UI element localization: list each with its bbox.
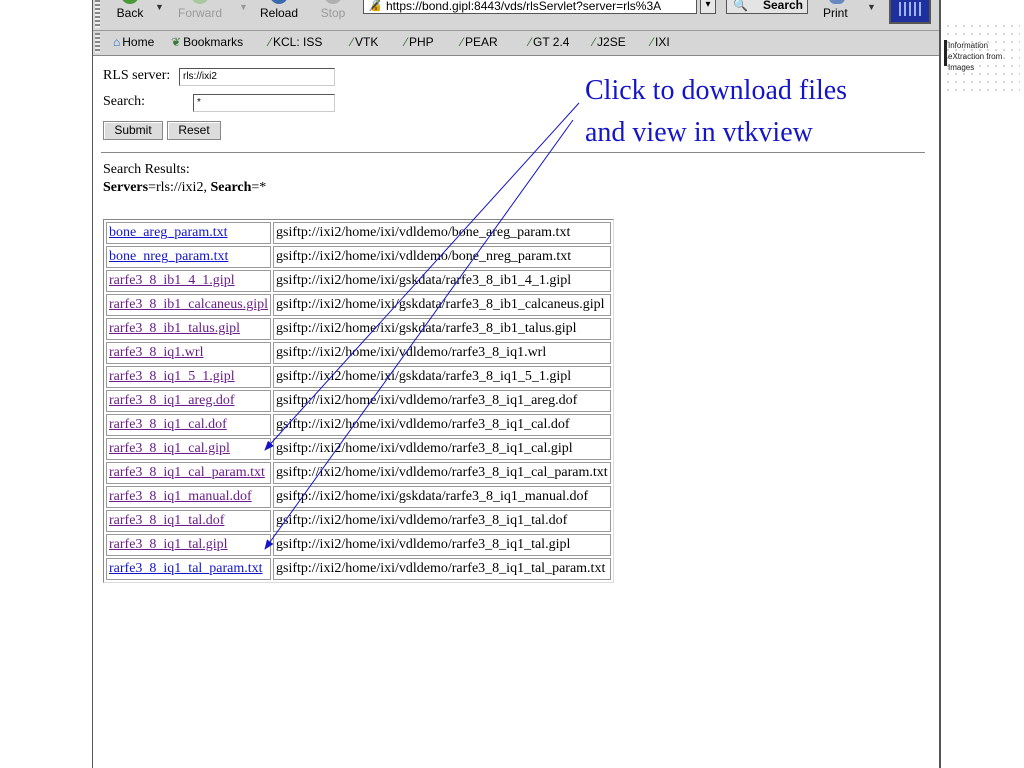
annotation-line-2: and view in vtkview: [585, 117, 813, 148]
annotation-arrow-tal-gipl: [264, 119, 574, 550]
watermark-text: Information eXtraction from Images: [948, 41, 1003, 72]
annotation-arrows: [264, 102, 580, 550]
annotation-callout: Click to download files and view in vtkv…: [585, 70, 847, 154]
watermark-bar: [944, 40, 947, 66]
annotation-arrow-cal-gipl: [264, 102, 580, 451]
watermark: Information eXtraction from Images: [944, 22, 1020, 96]
annotation-line-1: Click to download files: [585, 75, 848, 106]
